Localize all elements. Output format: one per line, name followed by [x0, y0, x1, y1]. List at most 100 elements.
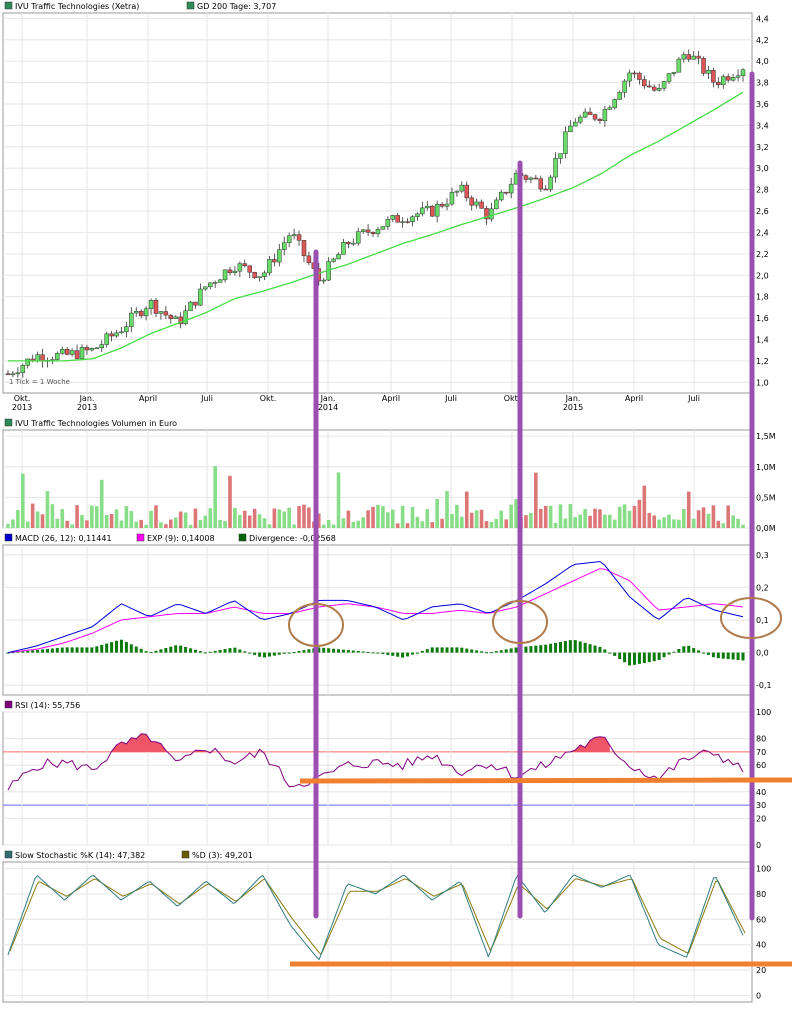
volume-bar — [583, 509, 587, 528]
volume-y-tick: 1,0M — [756, 463, 776, 472]
volume-bar — [652, 515, 657, 528]
divergence-bar — [603, 649, 607, 653]
candle-body — [370, 232, 376, 235]
volume-y-tick: 0,0M — [756, 524, 776, 533]
divergence-bar — [327, 648, 331, 653]
volume-legend-label: IVU Traffic Technologies Volumen in Euro — [15, 419, 177, 428]
volume-bar — [351, 521, 356, 528]
divergence-bar — [558, 641, 562, 653]
candle-body — [622, 80, 627, 93]
candle-body — [183, 310, 188, 325]
divergence-bar — [144, 651, 148, 653]
divergence-bar — [253, 652, 257, 655]
candle-body — [124, 326, 129, 333]
candle-body — [262, 272, 267, 277]
divergence-bar — [60, 647, 64, 653]
divergence-bar — [238, 649, 242, 653]
volume-bar — [672, 519, 676, 528]
divergence-bar — [248, 652, 252, 654]
volume-bar — [677, 519, 681, 528]
divergence-bar — [179, 645, 183, 653]
candle-body — [666, 73, 672, 82]
divergence-bar — [193, 649, 197, 653]
candle-body — [429, 205, 435, 217]
divergence-bar — [628, 652, 632, 666]
divergence-bar — [544, 644, 548, 653]
volume-bar — [139, 519, 143, 528]
x-tick-label: Juli — [687, 394, 700, 403]
volume-bar — [553, 523, 558, 528]
candle-body — [222, 269, 228, 281]
candle-body — [69, 350, 75, 355]
divergence-bar — [50, 648, 54, 653]
candle-body — [94, 347, 100, 350]
candle-body — [469, 197, 474, 206]
macd-legend-label: MACD (26, 12): 0,11441 — [15, 534, 112, 543]
divergence-bar — [647, 652, 651, 663]
divergence-bar — [391, 652, 395, 656]
divergence-bar — [410, 652, 414, 655]
candle-body — [296, 234, 302, 241]
divergence-bar — [70, 647, 74, 653]
candle-body — [449, 191, 455, 205]
divergence-bar — [332, 648, 336, 653]
volume-bar — [272, 508, 277, 528]
macd-legend-swatch — [238, 533, 247, 542]
rsi-y-tick: 60 — [756, 761, 766, 770]
divergence-bar — [573, 640, 577, 653]
macd-legend-label: EXP (9): 0,14008 — [147, 534, 215, 543]
volume-bar — [637, 499, 642, 528]
divergence-bar — [159, 649, 163, 653]
candle-body — [563, 131, 568, 154]
stoch-y-tick: 100 — [756, 864, 771, 873]
volume-bar — [65, 520, 69, 528]
candle-body — [99, 344, 104, 349]
volume-bar — [435, 498, 439, 528]
candle-body — [439, 204, 445, 207]
candle-body — [385, 219, 391, 227]
volume-bar — [603, 514, 607, 528]
volume-bar — [371, 506, 375, 528]
volume-bar — [208, 508, 213, 528]
divergence-bar — [223, 649, 227, 653]
candle-body — [198, 288, 203, 306]
divergence-bar — [499, 650, 503, 653]
candle-body — [272, 259, 277, 263]
x-tick-year: 2014 — [318, 403, 338, 412]
candle-body — [573, 121, 578, 127]
candle-body — [257, 276, 262, 278]
candle-body — [306, 255, 312, 264]
volume-bar — [262, 518, 267, 528]
divergence-bar — [105, 643, 109, 653]
candle-body — [79, 347, 85, 359]
divergence-bar — [534, 645, 538, 653]
volume-bar — [287, 507, 291, 528]
divergence-bar — [741, 652, 745, 661]
volume-bar — [282, 511, 287, 528]
candle-body — [301, 240, 307, 257]
divergence-bar — [272, 652, 276, 656]
divergence-bar — [598, 646, 602, 653]
divergence-bar — [292, 651, 296, 653]
divergence-bar — [228, 648, 232, 653]
divergence-bar — [277, 652, 281, 655]
price-y-tick: 4,2 — [756, 36, 769, 45]
divergence-bar — [297, 651, 301, 653]
candle-body — [474, 201, 479, 206]
divergence-bar — [282, 652, 286, 654]
price-y-tick: 1,6 — [756, 314, 769, 323]
macd-y-tick: -0,1 — [756, 681, 772, 690]
candle-body — [25, 358, 30, 366]
macd-y-tick: 0,1 — [756, 616, 769, 625]
candle-body — [691, 55, 696, 60]
macd-legend-swatch — [4, 533, 13, 542]
candle-body — [15, 372, 21, 375]
volume-bar — [144, 524, 148, 528]
volume-bar — [627, 510, 632, 528]
divergence-bar — [26, 650, 30, 653]
divergence-bar — [115, 640, 119, 653]
divergence-bar — [263, 652, 267, 658]
candle-body — [405, 221, 410, 223]
volume-bar — [415, 516, 420, 528]
price-legend-swatch — [4, 1, 13, 10]
